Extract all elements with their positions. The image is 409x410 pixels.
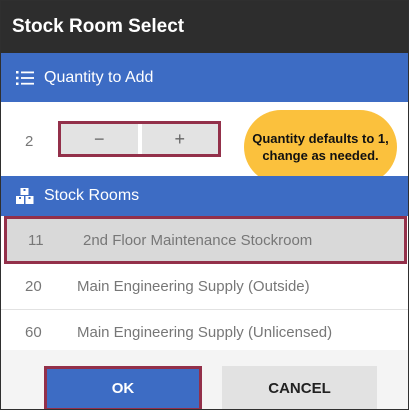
list-icon xyxy=(14,67,36,89)
cancel-button[interactable]: CANCEL xyxy=(222,366,377,409)
stock-room-name: 2nd Floor Maintenance Stockroom xyxy=(83,231,313,249)
ok-button[interactable]: OK xyxy=(44,366,202,409)
stock-room-list: 11 2nd Floor Maintenance Stockroom 20 Ma… xyxy=(1,216,408,356)
stock-rooms-section-header: Stock Rooms xyxy=(1,176,408,216)
decrement-button[interactable]: − xyxy=(61,124,138,154)
stock-room-code: 60 xyxy=(25,324,42,341)
quantity-callout: Quantity defaults to 1, change as needed… xyxy=(244,110,397,184)
quantity-value: 2 xyxy=(25,133,34,150)
boxes-icon xyxy=(14,185,36,207)
stock-room-name: Main Engineering Supply (Outside) xyxy=(77,278,310,295)
quantity-stepper: − + xyxy=(58,121,221,157)
stock-room-code: 20 xyxy=(25,278,42,295)
stock-room-code: 11 xyxy=(28,231,44,249)
increment-button[interactable]: + xyxy=(141,124,218,154)
quantity-section-label: Quantity to Add xyxy=(44,68,154,86)
stock-room-select-dialog: Stock Room Select Quantity to Add 2 − + … xyxy=(0,0,409,410)
stock-rooms-section-label: Stock Rooms xyxy=(44,187,140,204)
quantity-section-header: Quantity to Add xyxy=(1,53,408,102)
stock-room-row[interactable]: 11 2nd Floor Maintenance Stockroom xyxy=(4,216,407,264)
stock-room-name: Main Engineering Supply (Unlicensed) xyxy=(77,324,333,341)
dialog-titlebar: Stock Room Select xyxy=(1,1,408,53)
stock-room-row[interactable]: 20 Main Engineering Supply (Outside) xyxy=(1,264,408,310)
dialog-title: Stock Room Select xyxy=(12,16,185,37)
